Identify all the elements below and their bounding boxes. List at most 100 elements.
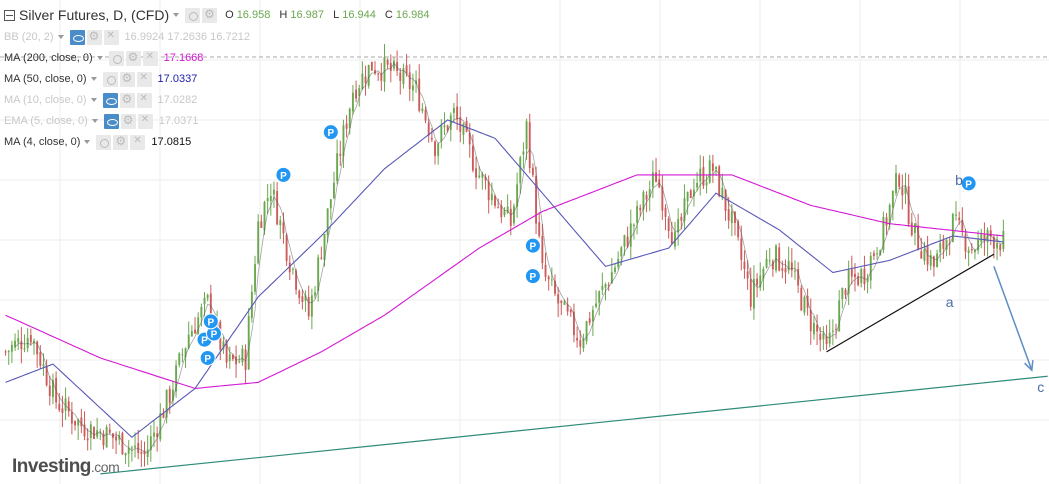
candle-body [197,317,200,335]
indicator-value: 16.9924 17.2636 16.7212 [124,31,250,43]
eye-icon[interactable] [102,92,118,108]
marker-glyph: P [530,242,537,253]
candle-body [364,76,367,83]
candle-body [408,72,411,90]
candle-body [494,196,496,206]
candle-body [696,182,699,188]
indicator-row[interactable]: BB (20, 2) 16.9924 17.2636 16.7212 [4,28,254,46]
candle-body [276,191,279,225]
gear-icon[interactable] [119,92,135,108]
candle-body [17,338,20,343]
chevron-down-icon[interactable] [96,56,103,60]
indicator-row[interactable]: EMA (5, close, 0) 17.0371 [4,112,203,130]
candle-body [440,125,443,142]
close-icon[interactable] [137,113,153,129]
indicator-row[interactable]: MA (10, close, 0) 17.0282 [4,91,201,109]
gear-icon[interactable] [125,50,141,66]
chevron-down-icon[interactable] [90,77,97,81]
candle-body [632,224,635,227]
candle-body [819,333,822,341]
wave-label-c: c [1037,379,1045,396]
candle-body [910,222,913,236]
close-icon[interactable] [142,50,158,66]
indicator-row[interactable]: MA (200, close, 0) 17.1668 [4,49,207,67]
candle-body [655,172,657,183]
indicator-row[interactable]: MA (4, close, 0) 17.0815 [4,133,195,151]
gear-icon[interactable] [86,29,102,45]
candle-body [996,242,999,249]
close-icon[interactable] [103,29,119,45]
candle-body [487,181,490,201]
candle-body [130,447,133,449]
symbol-title: Silver Futures, D, (CFD) [19,7,170,23]
candle-body [784,268,787,273]
candle-body [370,61,373,71]
chevron-down-icon[interactable] [173,13,180,17]
candle-body [604,284,607,288]
candle-body [314,292,316,296]
candle-body [674,231,676,247]
gear-icon[interactable] [202,7,218,23]
eye-icon[interactable] [108,50,124,66]
close-icon[interactable] [136,92,152,108]
candle-body [942,240,945,249]
candle-body [203,297,206,305]
eye-icon[interactable] [103,113,119,129]
close-icon[interactable] [136,71,152,87]
candle-body [743,261,746,270]
logo-main: Investing [12,456,91,477]
chevron-down-icon[interactable] [90,98,97,102]
candle-body [61,408,64,413]
projection-trendline [993,266,1033,371]
indicator-label: MA (50, close, 0) [4,73,87,85]
candle-body [418,78,421,111]
candle-body [386,59,389,65]
marker-glyph: P [530,272,537,283]
candle-body [980,233,983,242]
chevron-down-icon[interactable] [57,35,64,39]
candle-body [525,121,528,149]
candle-body [670,232,673,244]
candle-body [560,300,563,303]
gear-icon[interactable] [119,71,135,87]
candle-body [639,207,642,211]
candle-body [266,198,269,202]
candle-body [730,211,733,224]
marker-glyph: P [965,179,972,190]
gear-icon[interactable] [113,134,129,150]
candle-body [727,209,730,221]
collapse-icon[interactable] [4,9,15,21]
candle-body [598,291,601,303]
candle-body [424,110,427,121]
candle-body [490,193,493,201]
investing-logo[interactable]: Investing.com [12,456,120,478]
candle-body [711,163,714,171]
indicator-row[interactable]: MA (50, close, 0) 17.0337 [4,70,201,88]
candle-body [756,278,759,286]
close-icon[interactable] [130,134,146,150]
candle-body [579,340,582,347]
candle-body [835,328,837,330]
eye-icon[interactable] [69,29,85,45]
eye-icon[interactable] [96,134,112,150]
candle-body [809,309,812,332]
eye-icon[interactable] [102,71,118,87]
candle-body [475,168,478,178]
chevron-down-icon[interactable] [84,140,91,144]
candle-body [449,115,452,130]
long-trendline [100,375,1048,475]
candle-body [421,108,424,112]
eye-icon[interactable] [185,7,201,23]
candle-body [831,330,834,332]
candle-body [803,296,806,313]
candle-body [667,218,670,232]
candle-body [307,297,310,317]
gear-icon[interactable] [120,113,136,129]
candle-body [576,337,579,341]
marker-glyph: P [204,354,211,365]
candle-body [876,253,879,255]
candle-body [932,256,935,267]
candle-body [854,273,856,278]
candle-body [23,348,26,350]
chevron-down-icon[interactable] [91,119,98,123]
